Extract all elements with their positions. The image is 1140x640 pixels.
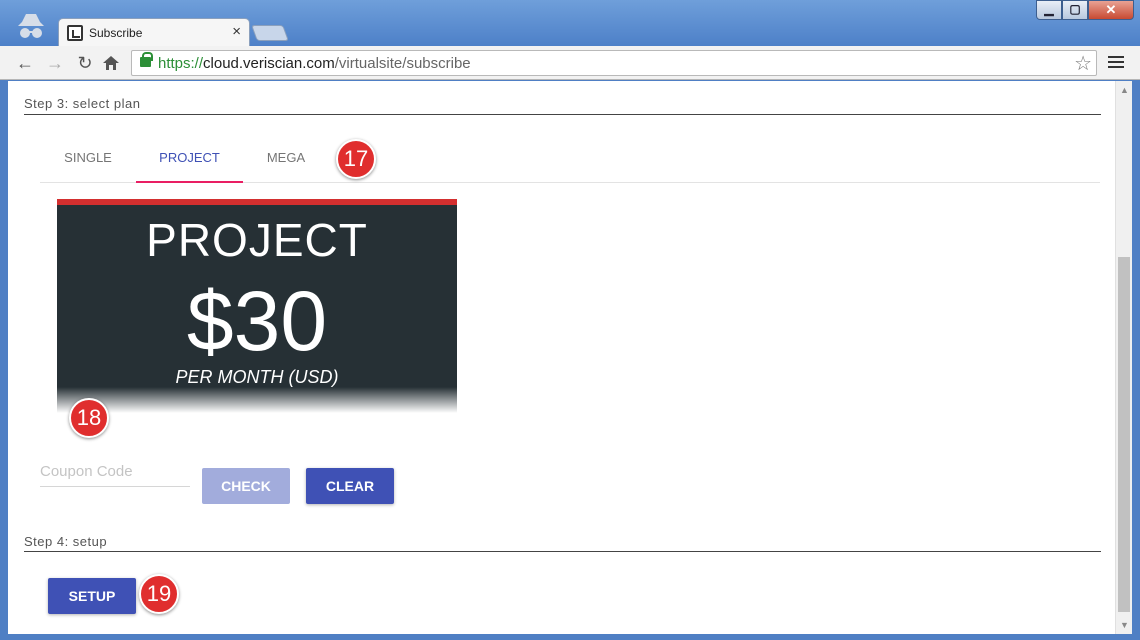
address-bar[interactable]: https://cloud.veriscian.com/virtualsite/… <box>131 50 1097 76</box>
url-path: /virtualsite/subscribe <box>334 55 471 72</box>
page-scrollbar[interactable]: ▲ ▼ <box>1115 81 1132 634</box>
reload-icon[interactable]: ↻ <box>74 52 96 74</box>
browser-toolbar: ← → ↻ https://cloud.veriscian.com/virtua… <box>0 46 1140 80</box>
tab-title: Subscribe <box>89 26 143 40</box>
url-host: cloud.veriscian.com <box>203 55 335 72</box>
check-button[interactable]: CHECK <box>202 468 290 504</box>
maximize-button[interactable]: ▢ <box>1062 0 1088 20</box>
plan-name: PROJECT <box>146 214 368 266</box>
step3-divider <box>24 114 1101 115</box>
url-text: https://cloud.veriscian.com/virtualsite/… <box>158 55 471 72</box>
clear-button[interactable]: CLEAR <box>306 468 394 504</box>
url-scheme: https:// <box>158 55 204 72</box>
minimize-icon: ▁ <box>1044 2 1054 16</box>
tab-single[interactable]: SINGLE <box>50 139 126 183</box>
setup-button[interactable]: SETUP <box>48 578 136 614</box>
plan-card-fade <box>57 387 457 413</box>
scrollbar-thumb[interactable] <box>1118 257 1130 612</box>
window-titlebar: Subscribe × ▁ ▢ ✕ <box>0 0 1140 46</box>
site-favicon-icon <box>67 25 83 41</box>
close-tab-icon[interactable]: × <box>232 23 241 40</box>
maximize-icon: ▢ <box>1069 2 1081 16</box>
tab-mega[interactable]: MEGA <box>254 139 318 183</box>
scroll-up-arrow-icon[interactable]: ▲ <box>1120 85 1129 95</box>
tab-project[interactable]: PROJECT <box>136 139 243 183</box>
browser-tab[interactable]: Subscribe × <box>58 18 250 46</box>
minimize-button[interactable]: ▁ <box>1036 0 1062 20</box>
home-icon[interactable] <box>102 55 120 71</box>
menu-icon[interactable] <box>1108 54 1124 70</box>
callout-badge-18: 18 <box>69 398 109 438</box>
forward-icon[interactable]: → <box>44 52 66 74</box>
coupon-code-input[interactable] <box>40 457 190 487</box>
plan-card: PROJECT $30 PER MONTH (USD) <box>57 199 457 413</box>
bookmark-star-icon[interactable]: ☆ <box>1074 51 1092 76</box>
step4-divider <box>24 551 1101 552</box>
incognito-icon <box>18 14 44 38</box>
close-window-button[interactable]: ✕ <box>1088 0 1134 20</box>
lock-icon <box>140 52 153 67</box>
plan-period: PER MONTH (USD) <box>175 367 339 387</box>
close-icon: ✕ <box>1105 2 1117 17</box>
callout-badge-19: 19 <box>139 574 179 614</box>
plan-price: $30 <box>186 274 328 368</box>
step3-heading: Step 3: select plan <box>24 96 141 111</box>
back-icon[interactable]: ← <box>14 52 36 74</box>
plan-tabs: SINGLE PROJECT MEGA <box>40 139 1100 183</box>
step4-heading: Step 4: setup <box>24 534 108 549</box>
page-viewport: Step 3: select plan SINGLE PROJECT MEGA … <box>8 81 1132 634</box>
callout-badge-17: 17 <box>336 139 376 179</box>
scroll-down-arrow-icon[interactable]: ▼ <box>1120 620 1129 630</box>
new-tab-button[interactable] <box>251 25 289 41</box>
plan-card-stripe <box>57 199 457 205</box>
